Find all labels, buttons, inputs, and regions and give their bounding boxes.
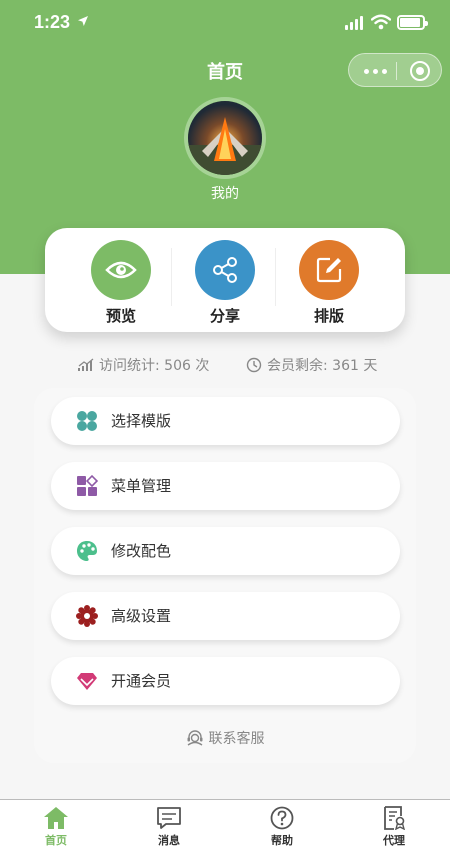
tab-messages[interactable]: 消息 — [139, 806, 199, 848]
visit-stats: 访问统计: 506 次 — [78, 355, 209, 375]
share-button[interactable]: 分享 — [185, 240, 265, 326]
menu-select-template[interactable]: 选择模版 — [51, 397, 400, 445]
menu-change-color[interactable]: 修改配色 — [51, 527, 400, 575]
contact-customer-service[interactable]: 联系客服 — [0, 728, 450, 748]
status-time: 1:23 — [34, 12, 71, 32]
menu-menu-management[interactable]: 菜单管理 — [51, 462, 400, 510]
layout-label: 排版 — [313, 307, 344, 325]
location-arrow-icon — [78, 16, 88, 26]
preview-button[interactable]: 预览 — [81, 240, 161, 326]
menu-label: 开通会员 — [111, 672, 172, 690]
customer-service-label: 联系客服 — [208, 731, 265, 747]
share-label: 分享 — [209, 307, 240, 325]
headset-icon — [187, 730, 202, 746]
message-icon — [157, 807, 181, 829]
wifi-icon — [371, 14, 391, 30]
agent-icon — [384, 806, 405, 830]
preview-label: 预览 — [105, 307, 136, 325]
layout-button[interactable]: 排版 — [289, 240, 369, 326]
close-miniprogram-button[interactable] — [410, 61, 430, 81]
tab-agent[interactable]: 代理 — [364, 806, 424, 848]
eye-icon — [91, 240, 151, 300]
more-options-button[interactable] — [364, 69, 387, 74]
menu-grid-icon — [77, 475, 98, 496]
action-card: 预览 分享 排版 — [45, 228, 405, 332]
menu-label: 选择模版 — [111, 412, 172, 430]
stats-row: 访问统计: 506 次 会员剩余: 361 天 — [0, 355, 450, 375]
capsule-divider — [396, 62, 397, 80]
status-bar: 1:23 — [0, 0, 450, 46]
share-icon — [195, 240, 255, 300]
menu-label: 菜单管理 — [111, 477, 172, 495]
action-divider — [171, 248, 172, 306]
tab-help[interactable]: 帮助 — [252, 806, 312, 848]
menu-open-membership[interactable]: 开通会员 — [51, 657, 400, 705]
tab-label: 代理 — [383, 834, 405, 847]
menu-advanced-settings[interactable]: 高级设置 — [51, 592, 400, 640]
edit-icon — [299, 240, 359, 300]
help-icon — [270, 806, 294, 830]
miniprogram-capsule — [348, 53, 442, 87]
tab-label: 首页 — [45, 834, 67, 847]
tab-label: 消息 — [158, 834, 180, 847]
clock-icon — [246, 357, 262, 373]
template-grid-icon — [77, 411, 97, 431]
palette-icon — [77, 541, 97, 561]
tab-bar: 首页 消息 帮助 代理 — [0, 799, 450, 863]
membership-days-text: 会员剩余: 361 天 — [267, 358, 378, 374]
menu-label: 高级设置 — [111, 607, 172, 625]
menu-label: 修改配色 — [111, 542, 172, 560]
visit-count-text: 访问统计: 506 次 — [99, 358, 210, 374]
tab-label: 帮助 — [271, 834, 293, 847]
cellular-signal-icon — [345, 16, 363, 30]
gear-icon — [76, 605, 98, 627]
action-divider — [275, 248, 276, 306]
diamond-icon — [77, 673, 97, 690]
campfire-photo — [188, 101, 262, 175]
chart-icon — [78, 358, 94, 371]
membership-remaining: 会员剩余: 361 天 — [246, 355, 377, 375]
avatar[interactable] — [184, 97, 266, 179]
profile-name: 我的 — [211, 186, 239, 202]
battery-icon — [397, 15, 428, 30]
home-icon — [44, 807, 68, 829]
tab-home[interactable]: 首页 — [26, 806, 86, 848]
